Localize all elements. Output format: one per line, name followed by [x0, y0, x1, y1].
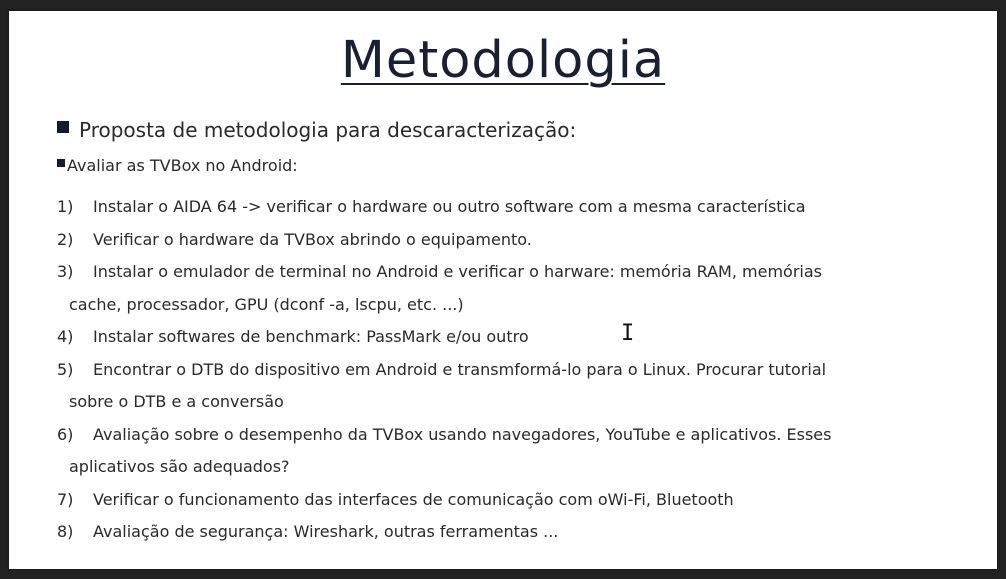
square-bullet-icon: [57, 159, 65, 167]
item-text: Instalar o emulador de terminal no Andro…: [93, 262, 822, 281]
item-text: Instalar o AIDA 64 -> verificar o hardwa…: [93, 197, 806, 216]
item-number: 5): [57, 359, 74, 379]
subheading-text: Avaliar as TVBox no Android:: [67, 156, 298, 175]
item-text: Verificar o funcionamento das interfaces…: [93, 489, 734, 509]
item-number: 4): [57, 327, 74, 346]
item-number: 6): [57, 424, 74, 444]
slide-title: Metodologia: [340, 31, 666, 90]
item-text-continuation: aplicativos são adequados?: [69, 457, 290, 476]
list-item: 7) Verificar o funcionamento das interfac…: [57, 484, 957, 517]
list-item: 1) Instalar o AIDA 64 -> verificar o hard…: [57, 191, 957, 224]
slide-subheading: Avaliar as TVBox no Android:: [57, 155, 298, 177]
list-item: 8) Avaliação de segurança: Wireshark, out…: [57, 516, 957, 549]
item-number: 2): [57, 229, 74, 249]
item-text-continuation: cache, processador, GPU (dconf -a, lscpu…: [69, 294, 464, 314]
list-item: 6) Avaliação sobre o desempenho da TVBox …: [57, 419, 957, 484]
list-item: 4) Instalar softwares de benchmark: PassM…: [57, 321, 957, 354]
list-item: 2) Verificar o hardware da TVBox abrindo …: [57, 224, 957, 257]
presentation-window: Metodologia Proposta de metodologia para…: [0, 0, 1006, 579]
heading-text: Proposta de metodologia para descaracter…: [79, 118, 577, 142]
methodology-list: 1) Instalar o AIDA 64 -> verificar o hard…: [57, 191, 957, 549]
item-text: Avaliação de segurança: Wireshark, outra…: [93, 522, 559, 541]
slide[interactable]: Metodologia Proposta de metodologia para…: [9, 11, 997, 569]
list-item: 5) Encontrar o DTB do dispositivo em Andr…: [57, 354, 957, 419]
item-number: 8): [57, 522, 74, 541]
list-item: 3) Instalar o emulador de terminal no And…: [57, 256, 957, 321]
item-number: 7): [57, 489, 74, 509]
item-text-continuation: sobre o DTB e a conversão: [69, 392, 284, 411]
item-text: Avaliação sobre o desempenho da TVBox us…: [93, 424, 832, 444]
item-number: 1): [57, 197, 74, 216]
item-text: Instalar softwares de benchmark: PassMar…: [93, 327, 529, 346]
text-cursor-icon: I: [621, 321, 635, 346]
item-text: Verificar o hardware da TVBox abrindo o …: [93, 229, 532, 249]
square-bullet-icon: [57, 121, 69, 133]
item-number: 3): [57, 262, 74, 281]
item-text: Encontrar o DTB do dispositivo em Androi…: [93, 359, 827, 379]
slide-heading: Proposta de metodologia para descaracter…: [57, 117, 576, 143]
